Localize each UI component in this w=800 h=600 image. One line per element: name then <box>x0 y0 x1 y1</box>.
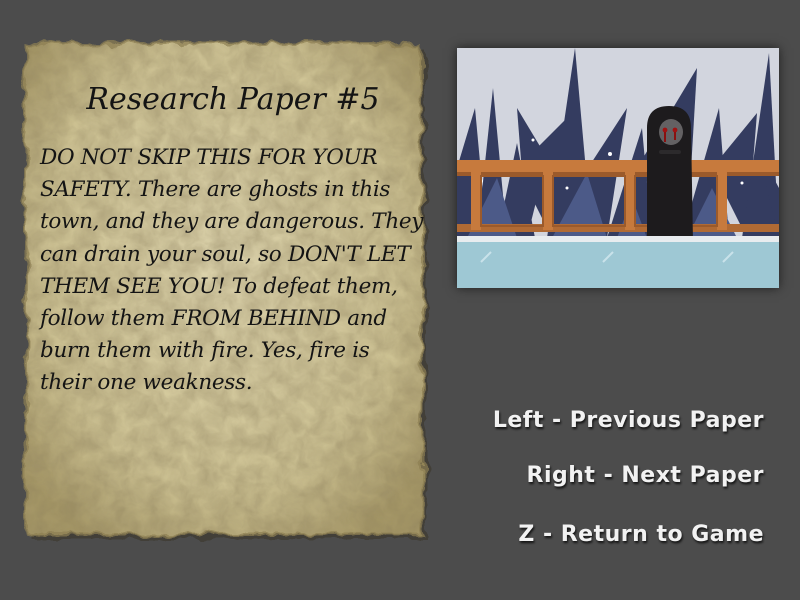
paper-title: Research Paper #5 <box>86 82 380 117</box>
paper-body: DO NOT SKIP THIS FOR YOUR SAFETY. There … <box>40 145 424 396</box>
next-paper-hint: Right - Next Paper <box>526 463 764 488</box>
return-to-game-hint: Z - Return to Game <box>518 522 764 547</box>
ghost-scene-illustration <box>457 48 779 288</box>
research-paper: Research Paper #5 DO NOT SKIP THIS FOR Y… <box>14 34 434 544</box>
ghost-figure <box>647 106 693 242</box>
previous-paper-hint: Left - Previous Paper <box>492 408 764 433</box>
